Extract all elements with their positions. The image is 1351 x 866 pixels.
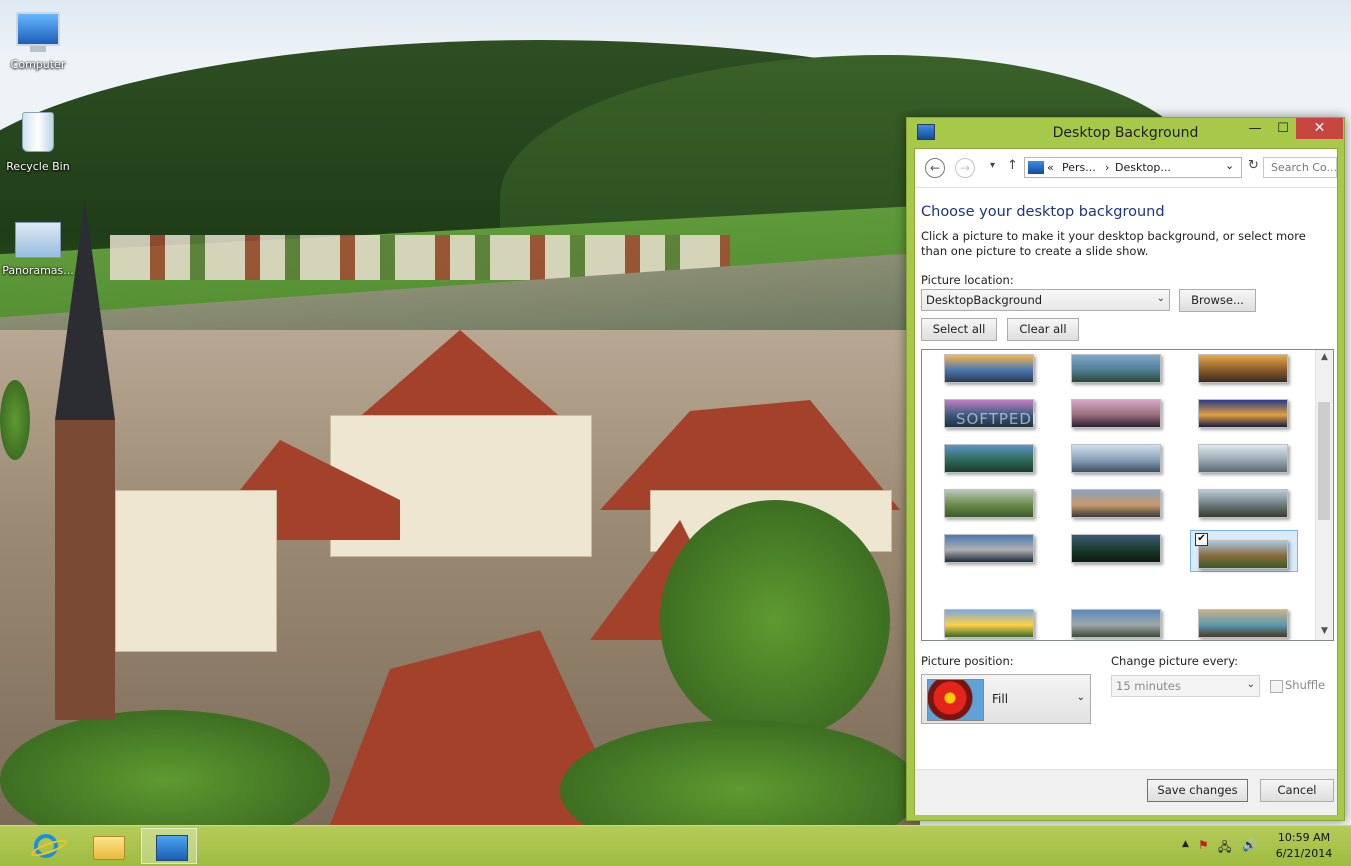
close-button[interactable]: ✕: [1296, 118, 1343, 139]
recent-locations-button[interactable]: ▾: [990, 160, 995, 171]
picture-position-value: Fill: [992, 692, 1009, 706]
wallpaper-tree: [0, 380, 30, 460]
desktop-icon-label: Panoramas...: [2, 264, 74, 277]
picture-location-select[interactable]: DesktopBackground ⌄: [921, 289, 1170, 311]
picture-thumbnail[interactable]: [1198, 489, 1288, 518]
picture-thumbnail[interactable]: [1198, 540, 1288, 569]
minimize-button[interactable]: —: [1241, 118, 1269, 139]
picture-thumbnail[interactable]: [1071, 609, 1161, 638]
picture-position-label: Picture position:: [921, 654, 1014, 668]
softpedia-watermark: SOFTPEDIA: [956, 410, 1049, 428]
control-panel-icon: [1028, 161, 1044, 174]
forward-button[interactable]: →: [955, 158, 975, 178]
internet-explorer-icon: [34, 834, 58, 858]
picture-location-label: Picture location:: [921, 273, 1014, 287]
refresh-button[interactable]: ↻: [1248, 158, 1259, 173]
address-bar[interactable]: « Pers... › Desktop... ⌄: [1024, 157, 1242, 178]
picture-thumbnail[interactable]: [944, 444, 1034, 473]
picture-thumbnail[interactable]: [944, 609, 1034, 638]
picture-thumbnail[interactable]: [1071, 444, 1161, 473]
picture-checkbox-checked[interactable]: ✔: [1195, 533, 1208, 546]
wallpaper-building: [115, 490, 277, 652]
back-button[interactable]: ←: [925, 158, 945, 178]
page-description: Click a picture to make it your desktop …: [921, 229, 1306, 258]
desktop-background-window: Desktop Background — ☐ ✕ ← → ▾ ↑ « Pers.…: [906, 117, 1345, 821]
cancel-button[interactable]: Cancel: [1260, 779, 1334, 802]
wallpaper-bushes: [560, 720, 920, 825]
taskbar-file-explorer[interactable]: [78, 828, 134, 864]
change-picture-label: Change picture every:: [1111, 654, 1239, 668]
picture-thumbnail[interactable]: [1071, 354, 1161, 383]
search-input[interactable]: Search Co...: [1263, 157, 1337, 178]
taskbar: ▲ ⚑ 🖧 🔊 10:59 AM 6/21/2014: [0, 825, 1351, 866]
address-dropdown-icon[interactable]: ⌄: [1225, 159, 1234, 172]
picture-thumbnail[interactable]: [1198, 399, 1288, 428]
wallpaper-bushes: [0, 710, 330, 825]
change-picture-interval-select[interactable]: 15 minutes ⌄: [1111, 675, 1260, 697]
dialog-footer: Save changes Cancel: [915, 769, 1337, 815]
desktop-icon-label: Computer: [10, 58, 66, 71]
folder-icon: [93, 836, 125, 860]
page-heading: Choose your desktop background: [921, 204, 1165, 220]
taskbar-internet-explorer[interactable]: [16, 828, 72, 864]
chevron-down-icon: ⌄: [1076, 692, 1085, 703]
picture-thumbnail[interactable]: [944, 489, 1034, 518]
picture-thumbnail[interactable]: [1198, 444, 1288, 473]
breadcrumb-separator: ›: [1105, 161, 1110, 174]
shuffle-checkbox[interactable]: [1270, 680, 1283, 693]
desktop-icon-label: Recycle Bin: [6, 160, 70, 173]
change-picture-value: 15 minutes: [1116, 679, 1181, 693]
picture-thumbnail[interactable]: [1198, 354, 1288, 383]
tray-chevron-up-icon[interactable]: ▲: [1182, 839, 1189, 849]
clock-date: 6/21/2014: [1275, 847, 1333, 860]
window-content: ← → ▾ ↑ « Pers... › Desktop... ⌄ ↻ Searc…: [914, 148, 1338, 815]
breadcrumb-desktop-background[interactable]: Desktop...: [1115, 161, 1171, 174]
computer-icon: [16, 12, 60, 52]
select-all-button[interactable]: Select all: [921, 318, 997, 341]
picture-thumbnail[interactable]: [1071, 489, 1161, 518]
clock-time: 10:59 AM: [1277, 831, 1331, 844]
picture-location-value: DesktopBackground: [926, 293, 1043, 307]
breadcrumb-overflow[interactable]: «: [1047, 161, 1054, 174]
shuffle-label: Shuffle: [1285, 678, 1326, 692]
panoramas-icon: [15, 222, 61, 258]
picture-thumbnail[interactable]: [944, 534, 1034, 563]
save-changes-button[interactable]: Save changes: [1147, 779, 1248, 802]
picture-position-select[interactable]: Fill ⌄: [921, 674, 1091, 724]
taskbar-control-panel[interactable]: [141, 828, 197, 864]
desktop-icon-panoramas[interactable]: Panoramas...: [0, 222, 76, 277]
taskbar-clock[interactable]: 10:59 AM 6/21/2014: [1268, 830, 1340, 862]
up-button[interactable]: ↑: [1007, 158, 1018, 173]
title-bar[interactable]: Desktop Background — ☐ ✕: [907, 118, 1344, 147]
action-center-flag-icon[interactable]: ⚑: [1198, 838, 1209, 852]
wallpaper-church-tower: [55, 420, 115, 720]
desktop-icon-recycle-bin[interactable]: Recycle Bin: [0, 112, 76, 173]
picture-thumbnail[interactable]: [1071, 399, 1161, 428]
scroll-up-button[interactable]: ▲: [1316, 352, 1333, 362]
navigation-bar: ← → ▾ ↑ « Pers... › Desktop... ⌄ ↻ Searc…: [915, 149, 1337, 188]
picture-thumbnail[interactable]: [1198, 609, 1288, 638]
wallpaper-tree: [660, 500, 890, 740]
scroll-down-button[interactable]: ▼: [1316, 626, 1333, 636]
control-panel-icon: [156, 835, 188, 861]
scrollbar-thumb[interactable]: [1318, 402, 1330, 520]
recycle-bin-icon: [22, 112, 54, 152]
chevron-down-icon: ⌄: [1156, 293, 1165, 304]
volume-icon[interactable]: 🔊: [1242, 838, 1257, 852]
flower-preview-icon: [927, 679, 984, 721]
clear-all-button[interactable]: Clear all: [1007, 318, 1079, 341]
network-icon[interactable]: 🖧: [1218, 838, 1231, 859]
picture-thumbnail[interactable]: [944, 354, 1034, 383]
wallpaper-roof: [356, 330, 564, 420]
maximize-button[interactable]: ☐: [1269, 118, 1297, 139]
breadcrumb-personalization[interactable]: Pers...: [1062, 161, 1096, 174]
chevron-down-icon: ⌄: [1246, 679, 1255, 690]
picture-gallery: ▲ ▼ ✔: [921, 349, 1334, 641]
gallery-scrollbar[interactable]: ▲ ▼: [1315, 350, 1333, 640]
browse-button[interactable]: Browse...: [1179, 289, 1256, 312]
picture-thumbnail[interactable]: [1071, 534, 1161, 563]
wallpaper-town: [0, 330, 920, 825]
desktop-icon-computer[interactable]: Computer: [0, 12, 76, 71]
